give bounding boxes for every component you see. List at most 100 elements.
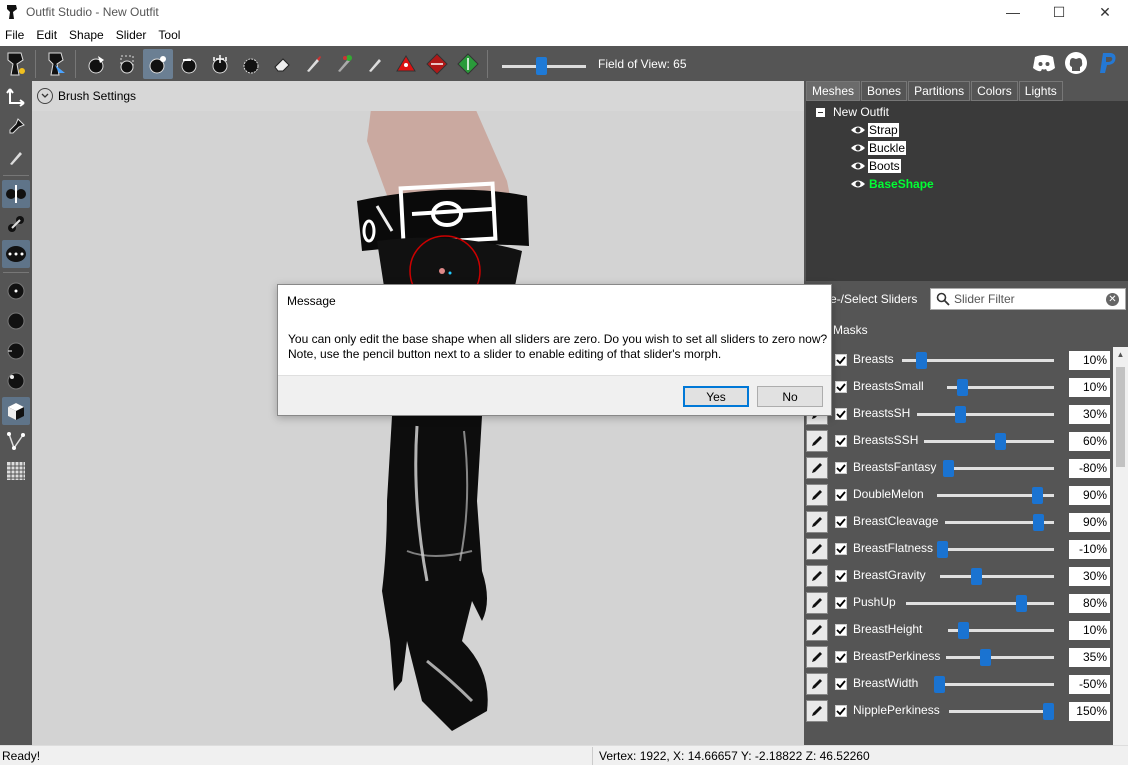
no-button[interactable]: No xyxy=(757,386,823,407)
tab-colors[interactable]: Colors xyxy=(971,81,1018,101)
slider-checkbox[interactable] xyxy=(835,462,847,474)
slider-checkbox[interactable] xyxy=(835,435,847,447)
brush-settings-bar[interactable]: Brush Settings xyxy=(32,81,804,111)
slider-track[interactable] xyxy=(946,656,1054,659)
smooth-brush-icon[interactable] xyxy=(236,49,266,79)
pencil-edit-button[interactable] xyxy=(806,430,828,452)
pencil-edit-button[interactable] xyxy=(806,592,828,614)
pencil-edit-button[interactable] xyxy=(806,484,828,506)
pencil-edit-button[interactable] xyxy=(806,511,828,533)
shade-solid-icon[interactable] xyxy=(2,307,30,335)
mesh-item-strap[interactable]: Strap xyxy=(850,123,899,137)
brush-select-icon[interactable] xyxy=(41,49,71,79)
slider-row[interactable]: BreastCleavage 90% xyxy=(804,509,1112,536)
pencil-edit-button[interactable] xyxy=(806,646,828,668)
alpha-brush-icon[interactable] xyxy=(329,49,359,79)
mesh-tree[interactable]: New Outfit Strap Buckle Boots BaseShape xyxy=(806,101,1128,281)
slider-track[interactable] xyxy=(949,710,1054,713)
bones-view-icon[interactable] xyxy=(2,427,30,455)
slider-checkbox[interactable] xyxy=(835,516,847,528)
scrollbar-thumb[interactable] xyxy=(1116,367,1125,467)
mesh-item-buckle[interactable]: Buckle xyxy=(850,141,907,155)
discord-icon[interactable] xyxy=(1030,48,1058,78)
slider-checkbox[interactable] xyxy=(835,597,847,609)
slider-thumb[interactable] xyxy=(937,541,948,558)
minimize-button[interactable]: — xyxy=(990,0,1036,24)
pencil-edit-button[interactable] xyxy=(806,565,828,587)
menu-edit[interactable]: Edit xyxy=(31,28,62,42)
eye-icon[interactable] xyxy=(850,161,866,171)
mesh-item-baseshape[interactable]: BaseShape xyxy=(850,177,935,191)
slider-value-field[interactable]: 30% xyxy=(1069,405,1110,424)
slider-row[interactable]: BreastPerkiness 35% xyxy=(804,644,1112,671)
paypal-icon[interactable] xyxy=(1094,48,1122,78)
slider-row[interactable]: BreastsSSH 60% xyxy=(804,428,1112,455)
slider-checkbox[interactable] xyxy=(835,408,847,420)
slider-row[interactable]: BreastHeight 10% xyxy=(804,617,1112,644)
slider-row[interactable]: PushUp 80% xyxy=(804,590,1112,617)
scroll-up-icon[interactable]: ▲ xyxy=(1113,347,1128,361)
pencil-edit-button[interactable] xyxy=(806,538,828,560)
vertex-edit-icon[interactable] xyxy=(2,143,30,171)
texture-cube-icon[interactable] xyxy=(2,397,30,425)
slider-value-field[interactable]: 10% xyxy=(1069,378,1110,397)
eye-icon[interactable] xyxy=(850,143,866,153)
slider-thumb[interactable] xyxy=(957,622,969,639)
slider-row[interactable]: DoubleMelon 90% xyxy=(804,482,1112,509)
slider-list-scrollbar[interactable]: ▲ xyxy=(1113,347,1128,745)
deflate-brush-icon[interactable] xyxy=(174,49,204,79)
pencil-edit-button[interactable] xyxy=(806,673,828,695)
lighting-icon[interactable] xyxy=(2,367,30,395)
slider-checkbox[interactable] xyxy=(835,624,847,636)
slider-value-field[interactable]: 35% xyxy=(1069,648,1110,667)
slider-thumb[interactable] xyxy=(970,568,982,585)
slider-thumb[interactable] xyxy=(1032,487,1044,504)
slider-row[interactable]: BreastGravity 30% xyxy=(804,563,1112,590)
mask-brush-icon[interactable] xyxy=(112,49,142,79)
slider-track[interactable] xyxy=(940,575,1054,578)
global-brush-icon[interactable] xyxy=(2,240,30,268)
slider-row[interactable]: BreastWidth -50% xyxy=(804,671,1112,698)
maximize-button[interactable]: ☐ xyxy=(1036,0,1082,24)
slider-thumb[interactable] xyxy=(916,352,928,369)
slider-track[interactable] xyxy=(924,440,1054,443)
masks-bar[interactable]: Masks xyxy=(804,318,1128,342)
slider-row[interactable]: NipplePerkiness 150% xyxy=(804,698,1112,725)
clear-filter-icon[interactable]: ✕ xyxy=(1106,293,1119,306)
slider-section-label[interactable]: e-/Select Sliders xyxy=(830,292,930,306)
split-edge-icon[interactable] xyxy=(453,49,483,79)
close-button[interactable]: ✕ xyxy=(1082,0,1128,24)
slider-checkbox[interactable] xyxy=(835,705,847,717)
slider-checkbox[interactable] xyxy=(835,354,847,366)
slider-thumb[interactable] xyxy=(1043,703,1054,720)
slider-checkbox[interactable] xyxy=(835,543,847,555)
weight-brush-icon[interactable] xyxy=(360,49,390,79)
mesh-item-boots[interactable]: Boots xyxy=(850,159,901,173)
slider-thumb[interactable] xyxy=(1015,595,1027,612)
tree-root[interactable]: New Outfit xyxy=(816,105,889,119)
slider-checkbox[interactable] xyxy=(835,570,847,582)
slider-row[interactable]: BreastFlatness -10% xyxy=(804,536,1112,563)
slider-track[interactable] xyxy=(943,467,1054,470)
slider-value-field[interactable]: 90% xyxy=(1069,513,1110,532)
slider-filter-input[interactable]: Slider Filter ✕ xyxy=(930,288,1126,310)
slider-value-field[interactable]: -50% xyxy=(1069,675,1110,694)
menu-tool[interactable]: Tool xyxy=(153,28,185,42)
inflate-brush-icon[interactable] xyxy=(142,48,173,79)
tab-lights[interactable]: Lights xyxy=(1018,81,1063,101)
eraser-icon[interactable] xyxy=(267,49,297,79)
slider-value-field[interactable]: 150% xyxy=(1069,702,1110,721)
collapse-vertex-icon[interactable] xyxy=(391,49,421,79)
menu-slider[interactable]: Slider xyxy=(111,28,152,42)
slider-value-field[interactable]: 60% xyxy=(1069,432,1110,451)
slider-value-field[interactable]: -80% xyxy=(1069,459,1110,478)
slider-thumb[interactable] xyxy=(934,676,945,693)
slider-checkbox[interactable] xyxy=(835,651,847,663)
slider-row[interactable]: Breasts 10% xyxy=(804,347,1112,374)
slider-value-field[interactable]: 30% xyxy=(1069,567,1110,586)
pencil-edit-button[interactable] xyxy=(806,700,828,722)
show-points-icon[interactable] xyxy=(2,277,30,305)
slider-track[interactable] xyxy=(906,602,1054,605)
fov-slider-thumb[interactable] xyxy=(536,56,547,75)
grid-view-icon[interactable] xyxy=(2,457,30,485)
